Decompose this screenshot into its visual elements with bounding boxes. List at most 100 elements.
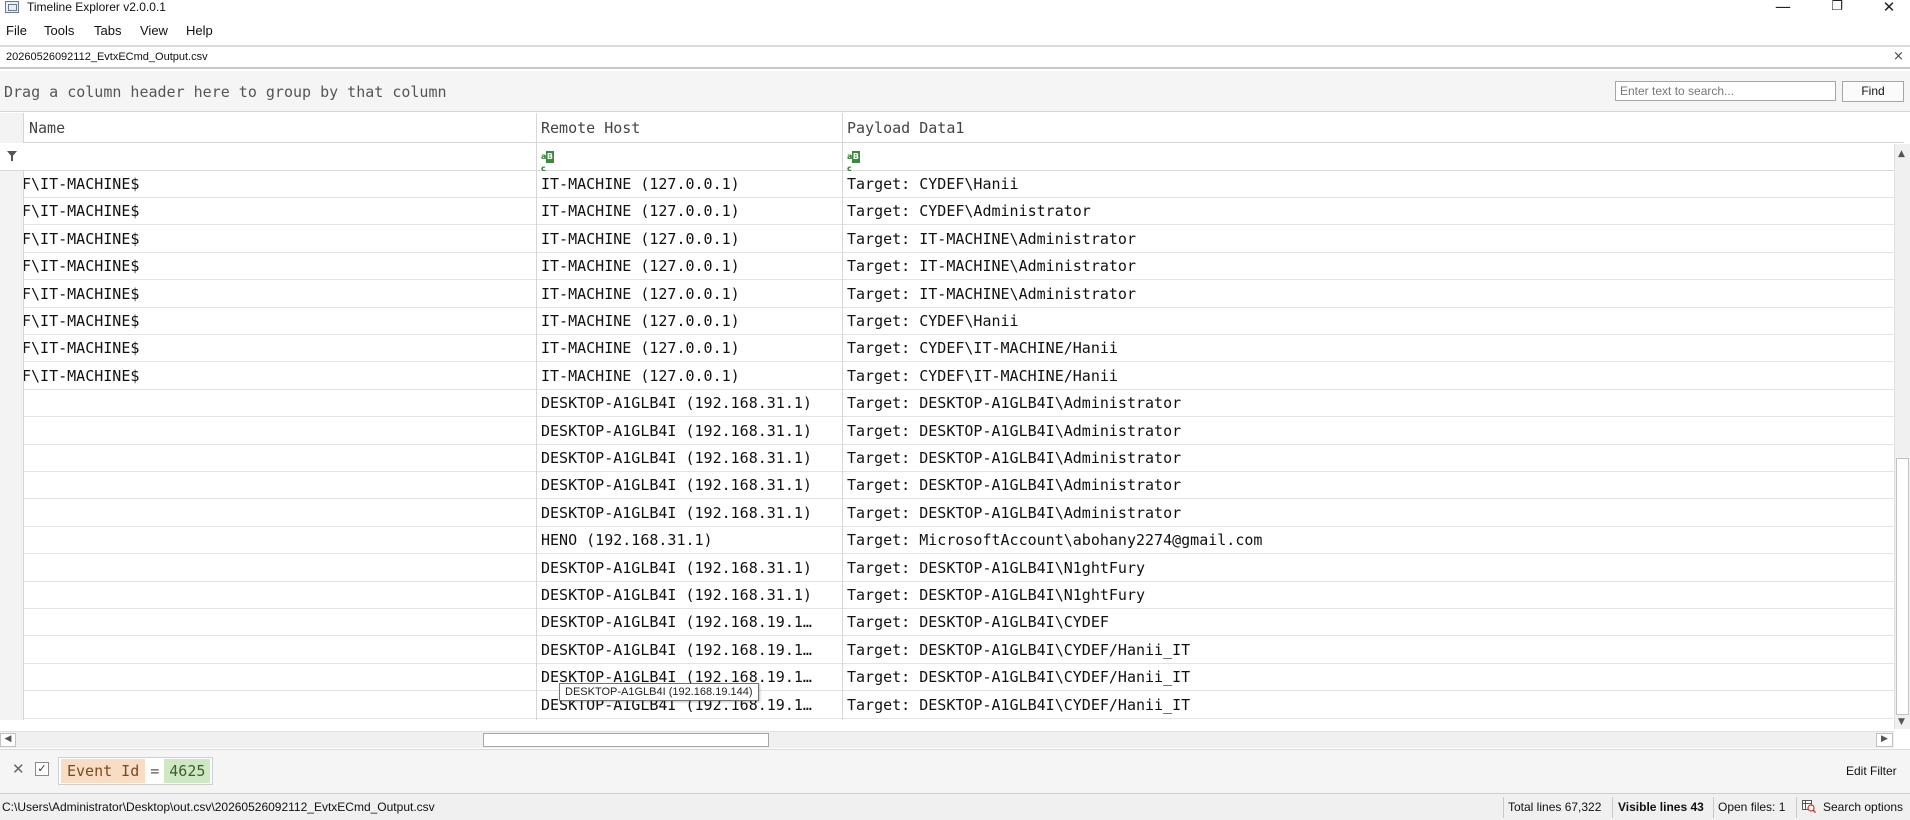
auto-filter-row[interactable]	[0, 143, 1895, 171]
cell-payload-data1[interactable]: Target: DESKTOP-A1GLB4I\Administrator	[847, 390, 1887, 417]
table-row[interactable]: F\IT-MACHINE$ IT-MACHINE (127.0.0.1) Targe…	[24, 198, 1895, 226]
cell-payload-data1[interactable]: Target: IT-MACHINE\Administrator	[847, 253, 1887, 280]
cell-name[interactable]	[24, 527, 535, 554]
cell-remote-host[interactable]: DESKTOP-A1GLB4I (192.168.31.1)	[541, 472, 860, 499]
table-row[interactable]: DESKTOP-A1GLB4I (192.168.31.1) Target: DE…	[24, 555, 1895, 582]
table-row[interactable]: DESKTOP-A1GLB4I (192.168.19.1… Target: DE…	[24, 664, 1895, 692]
table-row[interactable]: HENO (192.168.31.1) Target: MicrosoftAcco…	[24, 527, 1895, 555]
cell-payload-data1[interactable]: Target: CYDEF\Administrator	[847, 198, 1887, 225]
table-row[interactable]: DESKTOP-A1GLB4I (192.168.31.1) Target: DE…	[24, 500, 1895, 527]
filter-icon[interactable]	[7, 151, 17, 161]
cell-payload-data1[interactable]: Target: DESKTOP-A1GLB4I\CYDEF	[847, 609, 1887, 636]
filter-field[interactable]: Event Id	[61, 759, 146, 783]
table-row[interactable]: F\IT-MACHINE$ IT-MACHINE (127.0.0.1) Targe…	[24, 281, 1895, 308]
menu-view[interactable]: View	[140, 22, 168, 39]
text-filter-icon[interactable]: aBc	[541, 151, 557, 173]
cell-name[interactable]: F\IT-MACHINE$	[24, 171, 535, 198]
find-button[interactable]: Find	[1842, 81, 1904, 102]
cell-remote-host[interactable]: DESKTOP-A1GLB4I (192.168.31.1)	[541, 445, 860, 472]
minimize-button[interactable]: —	[1760, 0, 1806, 17]
cell-name[interactable]	[24, 692, 535, 719]
cell-payload-data1[interactable]: Target: DESKTOP-A1GLB4I\Administrator	[847, 445, 1887, 472]
cell-payload-data1[interactable]: Target: IT-MACHINE\Administrator	[847, 281, 1887, 308]
cell-name[interactable]: F\IT-MACHINE$	[24, 226, 535, 253]
cell-name[interactable]	[24, 418, 535, 445]
cell-remote-host[interactable]: IT-MACHINE (127.0.0.1)	[541, 335, 860, 362]
cell-payload-data1[interactable]: Target: DESKTOP-A1GLB4I\Administrator	[847, 500, 1887, 527]
cell-name[interactable]	[24, 472, 535, 499]
table-row[interactable]: DESKTOP-A1GLB4I (192.168.19.1… Target: DE…	[24, 609, 1895, 637]
cell-payload-data1[interactable]: Target: DESKTOP-A1GLB4I\CYDEF/Hanii_IT	[847, 637, 1887, 664]
cell-payload-data1[interactable]: Target: MicrosoftAccount\abohany2274@gma…	[847, 527, 1887, 554]
menu-help[interactable]: Help	[186, 22, 213, 39]
horizontal-scrollbar-thumb[interactable]	[483, 733, 769, 747]
table-row[interactable]: F\IT-MACHINE$ IT-MACHINE (127.0.0.1) Targe…	[24, 226, 1895, 253]
cell-remote-host[interactable]: IT-MACHINE (127.0.0.1)	[541, 171, 860, 198]
table-row[interactable]: DESKTOP-A1GLB4I (192.168.31.1) Target: DE…	[24, 445, 1895, 472]
horizontal-scrollbar[interactable]	[0, 731, 1894, 748]
search-options-button[interactable]: Search options	[1823, 800, 1903, 815]
cell-remote-host[interactable]: DESKTOP-A1GLB4I (192.168.31.1)	[541, 500, 860, 527]
text-filter-icon[interactable]: aBc	[847, 151, 863, 173]
column-header-remote-host[interactable]: Remote Host	[536, 113, 842, 143]
scroll-up-icon[interactable]: ▲	[1898, 149, 1905, 159]
cell-remote-host[interactable]: IT-MACHINE (127.0.0.1)	[541, 308, 860, 335]
edit-filter-link[interactable]: Edit Filter	[1846, 764, 1897, 779]
cell-name[interactable]: F\IT-MACHINE$	[24, 335, 535, 362]
vertical-scrollbar-thumb[interactable]	[1896, 458, 1909, 715]
cell-payload-data1[interactable]: Target: CYDEF\Hanii	[847, 308, 1887, 335]
cell-name[interactable]	[24, 555, 535, 582]
cell-remote-host[interactable]: IT-MACHINE (127.0.0.1)	[541, 281, 860, 308]
cell-remote-host[interactable]: IT-MACHINE (127.0.0.1)	[541, 363, 860, 390]
cell-payload-data1[interactable]: Target: DESKTOP-A1GLB4I\CYDEF/Hanii_IT	[847, 692, 1887, 719]
menu-tools[interactable]: Tools	[44, 22, 74, 39]
search-input[interactable]	[1615, 81, 1836, 101]
cell-payload-data1[interactable]: Target: DESKTOP-A1GLB4I\Administrator	[847, 472, 1887, 499]
cell-payload-data1[interactable]: Target: DESKTOP-A1GLB4I\CYDEF/Hanii_IT	[847, 664, 1887, 691]
file-tab-close-icon[interactable]: ×	[1893, 49, 1904, 65]
cell-payload-data1[interactable]: Target: CYDEF\Hanii	[847, 171, 1887, 198]
table-row[interactable]: F\IT-MACHINE$ IT-MACHINE (127.0.0.1) Targe…	[24, 363, 1895, 390]
cell-name[interactable]	[24, 390, 535, 417]
clear-filter-icon[interactable]: ✕	[12, 760, 25, 778]
menu-file[interactable]: File	[6, 22, 27, 39]
cell-remote-host[interactable]: DESKTOP-A1GLB4I (192.168.31.1)	[541, 555, 860, 582]
cell-remote-host[interactable]: DESKTOP-A1GLB4I (192.168.19.1…	[541, 637, 860, 664]
cell-payload-data1[interactable]: Target: CYDEF\IT-MACHINE/Hanii	[847, 335, 1887, 362]
scroll-right-icon[interactable]: ▶	[1876, 733, 1893, 747]
cell-name[interactable]	[24, 500, 535, 527]
cell-name[interactable]	[24, 609, 535, 636]
cell-remote-host[interactable]: IT-MACHINE (127.0.0.1)	[541, 226, 860, 253]
scroll-down-icon[interactable]: ▼	[1898, 717, 1905, 727]
filter-enable-checkbox[interactable]: ✓	[35, 762, 49, 776]
column-header-name[interactable]: Name	[24, 113, 536, 143]
table-row[interactable]: F\IT-MACHINE$ IT-MACHINE (127.0.0.1) Targe…	[24, 308, 1895, 335]
cell-remote-host[interactable]: DESKTOP-A1GLB4I (192.168.19.1…	[541, 609, 860, 636]
filter-value[interactable]: 4625	[164, 759, 211, 783]
cell-remote-host[interactable]: HENO (192.168.31.1)	[541, 527, 860, 554]
file-tab[interactable]: 20260526092112_EvtxECmd_Output.csv	[6, 50, 208, 64]
cell-name[interactable]: F\IT-MACHINE$	[24, 281, 535, 308]
table-row[interactable]: F\IT-MACHINE$ IT-MACHINE (127.0.0.1) Targe…	[24, 253, 1895, 281]
table-row[interactable]: DESKTOP-A1GLB4I (192.168.19.1… Target: DE…	[24, 692, 1895, 719]
cell-name[interactable]: F\IT-MACHINE$	[24, 308, 535, 335]
cell-name[interactable]: F\IT-MACHINE$	[24, 198, 535, 225]
cell-name[interactable]: F\IT-MACHINE$	[24, 253, 535, 280]
table-row[interactable]: F\IT-MACHINE$ IT-MACHINE (127.0.0.1) Targe…	[24, 171, 1895, 198]
cell-payload-data1[interactable]: Target: CYDEF\IT-MACHINE/Hanii	[847, 363, 1887, 390]
cell-remote-host[interactable]: DESKTOP-A1GLB4I (192.168.31.1)	[541, 390, 860, 417]
cell-payload-data1[interactable]: Target: IT-MACHINE\Administrator	[847, 226, 1887, 253]
cell-payload-data1[interactable]: Target: DESKTOP-A1GLB4I\N1ghtFury	[847, 555, 1887, 582]
close-button[interactable]: ✕	[1866, 0, 1910, 17]
table-row[interactable]: DESKTOP-A1GLB4I (192.168.31.1) Target: DE…	[24, 582, 1895, 609]
cell-payload-data1[interactable]: Target: DESKTOP-A1GLB4I\N1ghtFury	[847, 582, 1887, 609]
cell-name[interactable]	[24, 664, 535, 691]
filter-expression[interactable]: Event Id = 4625	[58, 757, 214, 785]
cell-remote-host[interactable]: DESKTOP-A1GLB4I (192.168.31.1)	[541, 582, 860, 609]
scroll-left-icon[interactable]: ◀	[0, 733, 16, 747]
column-header-payload-data1[interactable]: Payload Data1	[842, 113, 1892, 143]
cell-remote-host[interactable]: IT-MACHINE (127.0.0.1)	[541, 198, 860, 225]
table-row[interactable]: DESKTOP-A1GLB4I (192.168.31.1) Target: DE…	[24, 418, 1895, 445]
cell-name[interactable]	[24, 445, 535, 472]
table-row[interactable]: F\IT-MACHINE$ IT-MACHINE (127.0.0.1) Targe…	[24, 335, 1895, 363]
